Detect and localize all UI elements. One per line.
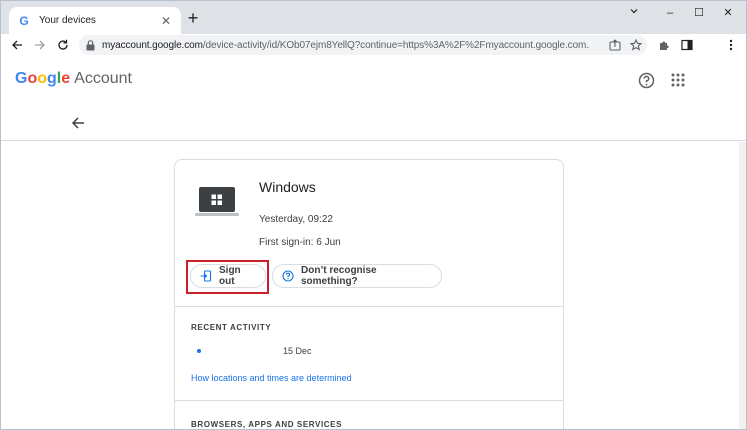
help-icon[interactable]	[637, 71, 655, 89]
logo-letter: o	[27, 70, 38, 87]
logo-letter: g	[47, 70, 57, 87]
close-window-button[interactable]: ✕	[717, 5, 739, 21]
browser-window: G Your devices ✕ + – ☐ ✕ myaccount.googl…	[0, 0, 747, 430]
forward-button[interactable]	[32, 37, 48, 53]
logo-letter: o	[37, 70, 48, 87]
help-circle-icon	[282, 270, 294, 282]
tab-title: Your devices	[39, 15, 96, 26]
activity-date: 15 Dec	[283, 346, 312, 356]
browser-toolbar: myaccount.google.com/device-activity/id/…	[1, 34, 746, 56]
laptop-icon	[195, 186, 239, 218]
back-arrow-icon[interactable]	[69, 114, 87, 132]
reload-button[interactable]	[55, 37, 71, 53]
tab-search-chevron-icon[interactable]	[623, 5, 645, 21]
google-wordmark: Google	[15, 70, 70, 88]
back-navigation-bar	[1, 105, 746, 141]
browsers-apps-title: BROWSERS, APPS AND SERVICES	[191, 420, 343, 429]
logo-letter: G	[15, 70, 28, 87]
sign-out-highlight-box	[186, 260, 269, 294]
apps-grid-icon[interactable]	[669, 71, 687, 89]
google-account-logo[interactable]: Google Account	[15, 70, 132, 88]
locations-times-link[interactable]: How locations and times are determined	[191, 373, 352, 383]
first-sign-in: First sign-in: 6 Jun	[259, 237, 341, 248]
lock-icon[interactable]	[85, 39, 95, 51]
last-seen: Yesterday, 09:22	[259, 214, 333, 225]
url-text[interactable]: myaccount.google.com/device-activity/id/…	[102, 40, 590, 51]
divider	[175, 400, 563, 401]
page: Google Account Windows Yesterday, 09:22 …	[1, 57, 746, 429]
menu-kebab-icon[interactable]	[723, 37, 739, 53]
url-host: myaccount.google.com	[102, 39, 203, 51]
dont-recognise-label: Don’t recognise something?	[301, 265, 377, 287]
page-body: Windows Yesterday, 09:22 First sign-in: …	[1, 142, 746, 429]
device-card: Windows Yesterday, 09:22 First sign-in: …	[174, 159, 564, 429]
tab-close-icon[interactable]: ✕	[159, 14, 173, 28]
page-scrollbar[interactable]	[739, 142, 746, 429]
minimize-button[interactable]: –	[659, 5, 681, 21]
extensions-icon[interactable]	[656, 37, 672, 53]
account-label: Account	[74, 70, 132, 87]
tab-strip: G Your devices ✕ + – ☐ ✕	[1, 1, 746, 34]
account-header: Google Account	[1, 57, 746, 105]
dont-recognise-button[interactable]: Don’t recognise something?	[272, 264, 442, 288]
maximize-button[interactable]: ☐	[688, 5, 710, 21]
new-tab-button[interactable]: +	[185, 9, 201, 27]
share-icon[interactable]	[607, 37, 623, 53]
activity-dot	[197, 349, 201, 353]
divider	[175, 306, 563, 307]
bookmark-star-icon[interactable]	[628, 37, 644, 53]
address-bar[interactable]: myaccount.google.com/device-activity/id/…	[79, 35, 647, 55]
back-button[interactable]	[9, 37, 25, 53]
device-name: Windows	[259, 179, 316, 195]
tab-your-devices[interactable]: G Your devices ✕	[9, 7, 181, 34]
url-path: /device-activity/id/KOb07ejm8YellQ?conti…	[202, 39, 590, 51]
side-panel-icon[interactable]	[679, 37, 695, 53]
google-favicon-icon: G	[19, 13, 29, 28]
recent-activity-title: RECENT ACTIVITY	[191, 323, 272, 332]
logo-letter: e	[61, 70, 71, 87]
